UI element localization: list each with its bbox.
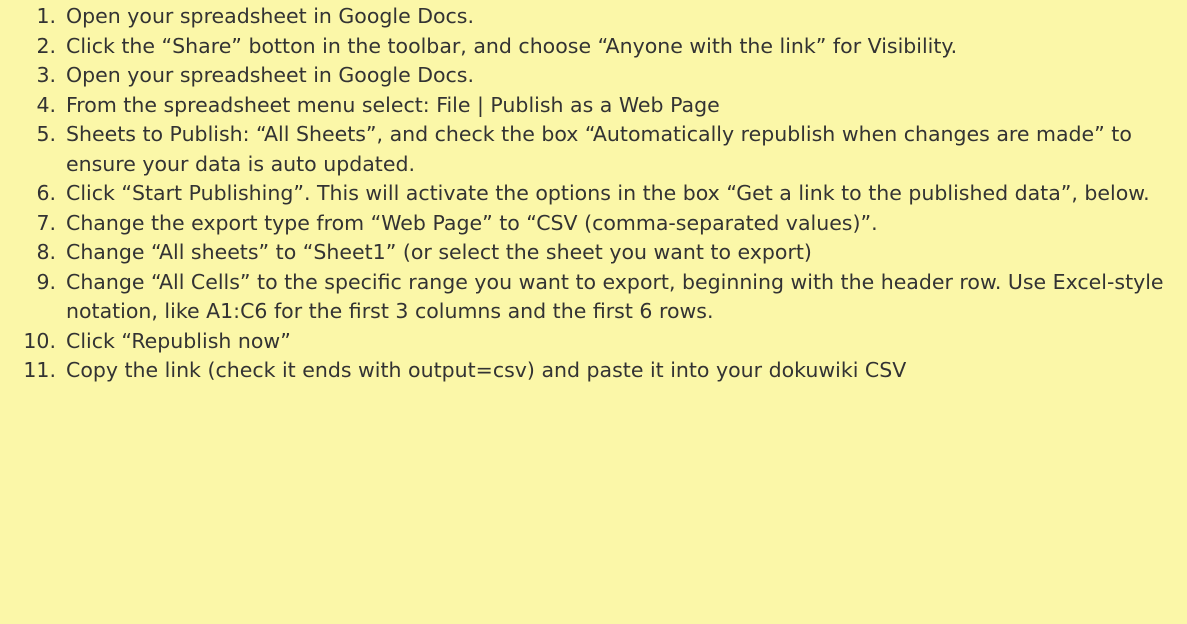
- step-text: Change “All Cells” to the specific range…: [66, 269, 1164, 324]
- list-item: 1. Open your spreadsheet in Google Docs.: [0, 2, 1187, 32]
- step-text: Sheets to Publish: “All Sheets”, and che…: [66, 122, 1132, 176]
- list-item: 6. Click “Start Publishing”. This will a…: [0, 179, 1187, 209]
- list-item: 9. Change “All Cells” to the specific ra…: [0, 268, 1187, 327]
- step-text: Open your spreadsheet in Google Docs.: [66, 4, 474, 28]
- step-number: 10.: [23, 328, 56, 353]
- step-text: Click “Republish now”: [66, 328, 291, 353]
- instructions-note: 1. Open your spreadsheet in Google Docs.…: [0, 0, 1187, 624]
- step-text: Click the “Share” botton in the toolbar,…: [66, 33, 958, 58]
- step-number: 5.: [36, 122, 56, 146]
- step-text: Click “Start Publishing”. This will acti…: [66, 181, 1150, 205]
- list-item: 10. Click “Republish now”: [0, 327, 1187, 357]
- step-text: From the spreadsheet menu select: File |…: [66, 92, 720, 117]
- list-item: 7. Change the export type from “Web Page…: [0, 209, 1187, 239]
- step-number: 9.: [36, 269, 56, 294]
- step-text: Change the export type from “Web Page” t…: [66, 210, 878, 235]
- list-item: 8. Change “All sheets” to “Sheet1” (or s…: [0, 238, 1187, 268]
- list-item: 2. Click the “Share” botton in the toolb…: [0, 32, 1187, 62]
- step-number: 8.: [36, 240, 56, 264]
- step-number: 7.: [36, 210, 56, 235]
- step-number: 1.: [36, 4, 56, 28]
- steps-list: 1. Open your spreadsheet in Google Docs.…: [0, 2, 1187, 386]
- list-item: 5. Sheets to Publish: “All Sheets”, and …: [0, 120, 1187, 179]
- step-number: 2.: [36, 33, 56, 58]
- step-text: Open your spreadsheet in Google Docs.: [66, 63, 474, 87]
- step-number: 6.: [36, 181, 56, 205]
- step-number: 4.: [36, 92, 56, 117]
- step-number: 11.: [23, 358, 56, 382]
- list-item: 3. Open your spreadsheet in Google Docs.: [0, 61, 1187, 91]
- list-item: 4. From the spreadsheet menu select: Fil…: [0, 91, 1187, 121]
- step-text: Change “All sheets” to “Sheet1” (or sele…: [66, 240, 812, 264]
- step-text: Copy the link (check it ends with output…: [66, 358, 907, 382]
- list-item: 11. Copy the link (check it ends with ou…: [0, 356, 1187, 386]
- step-number: 3.: [36, 63, 56, 87]
